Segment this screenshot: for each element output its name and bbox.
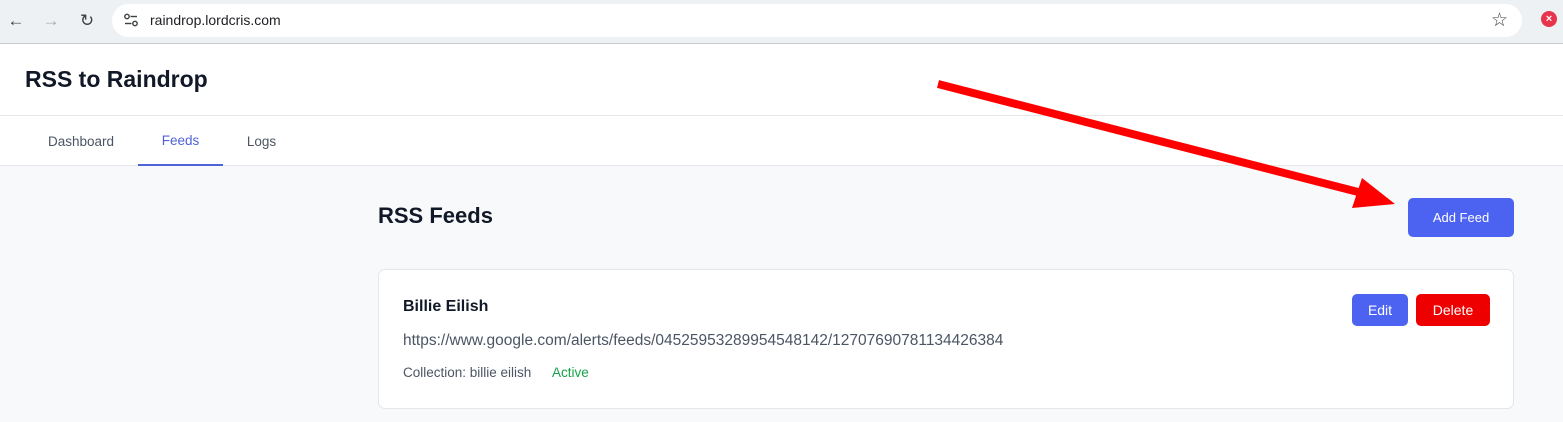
status-badge: Active — [552, 365, 589, 380]
feed-name: Billie Eilish — [403, 298, 489, 315]
site-info-icon[interactable] — [122, 11, 140, 29]
page-title: RSS Feeds — [378, 203, 493, 228]
app-title: RSS to Raindrop — [25, 66, 208, 92]
feed-card: Billie Eilish https://www.google.com/ale… — [378, 269, 1514, 409]
browser-toolbar: ← → ↻ raindrop.lordcris.com ☆ × — [0, 0, 1563, 44]
arrow-left-icon: ← — [7, 11, 25, 30]
arrow-right-icon: → — [42, 11, 60, 30]
feed-collection: Collection: billie eilish — [403, 365, 532, 380]
app-header: RSS to Raindrop — [0, 44, 1563, 116]
back-button[interactable]: ← — [3, 8, 29, 34]
address-bar[interactable]: raindrop.lordcris.com ☆ — [112, 4, 1522, 37]
delete-button[interactable]: Delete — [1416, 294, 1490, 326]
star-icon[interactable]: ☆ — [1491, 9, 1508, 32]
url-text[interactable]: raindrop.lordcris.com — [150, 12, 281, 28]
tab-logs[interactable]: Logs — [234, 116, 289, 166]
add-feed-button[interactable]: Add Feed — [1408, 198, 1514, 237]
close-icon[interactable]: × — [1541, 11, 1557, 27]
tab-dashboard[interactable]: Dashboard — [36, 116, 126, 166]
edit-button[interactable]: Edit — [1352, 294, 1408, 326]
reload-icon: ↻ — [79, 11, 95, 30]
feed-url: https://www.google.com/alerts/feeds/0452… — [403, 332, 1004, 349]
forward-button[interactable]: → — [38, 8, 64, 34]
tab-feeds[interactable]: Feeds — [138, 116, 223, 166]
reload-button[interactable]: ↻ — [74, 8, 100, 34]
tab-bar: Dashboard Feeds Logs — [0, 116, 1563, 166]
